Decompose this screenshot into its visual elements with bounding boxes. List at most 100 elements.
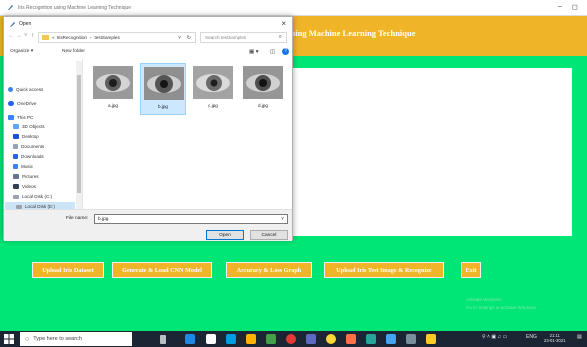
windows-start-icon[interactable] [4,334,14,344]
drive-icon [13,194,19,199]
address-bar[interactable]: « IrisRecognition › testSamples ˅ ↻ [38,32,196,43]
notification-icon[interactable]: ▤ [577,334,582,340]
nav-item-label: Documents [21,144,45,149]
search-input[interactable]: Search testSamples ⌕ [200,32,287,43]
breadcrumb-item[interactable]: IrisRecognition [57,35,87,40]
app-icon[interactable] [386,334,396,344]
breadcrumb-separator: « [52,35,55,40]
help-icon[interactable]: ? [282,48,289,55]
back-arrow-icon[interactable]: ← [8,33,14,39]
feather-icon [6,4,14,12]
up-arrow-icon[interactable]: ↑ [31,33,34,39]
nav-item-music[interactable]: Music [13,162,33,171]
download-icon [13,154,18,159]
tray-icons[interactable]: ⚲ ˄ ▣ ♫ ▭ [482,334,507,340]
nav-item-label: OneDrive [17,101,37,106]
address-row: ← → ˅ ↑ « IrisRecognition › testSamples … [4,32,292,44]
file-name-label: File name: [66,216,89,221]
clock-date: 23-01-2021 [544,338,566,343]
activate-windows-title: Activate Windows [466,297,502,302]
taskbar-search-placeholder: Type here to search [33,336,82,342]
app-icon[interactable] [286,334,296,344]
mic-icon[interactable] [160,335,166,344]
nav-item-label: Desktop [22,134,39,139]
nav-item-this-pc[interactable]: This PC [8,113,33,122]
file-name: c.jpg [208,103,218,108]
accuracy-graph-button[interactable]: Accuracy & Loss Graph [226,262,312,278]
edge-icon[interactable] [226,334,236,344]
file-name: a.jpg [108,103,118,108]
nav-item-3d-objects[interactable]: 3D Objects [13,122,45,131]
nav-item-documents[interactable]: Documents [13,142,44,151]
feather-icon [8,20,16,28]
drive-icon [16,204,22,209]
app-icon[interactable] [346,334,356,344]
recent-chevron-icon[interactable]: ˅ [24,33,28,39]
computer-icon [8,115,14,120]
store-icon[interactable] [266,334,276,344]
file-item[interactable]: d.jpg [240,63,286,115]
restore-button[interactable]: ◻ [572,3,578,11]
nav-item-onedrive[interactable]: OneDrive [8,99,36,108]
file-name-input[interactable]: b.jpg ˅ [94,214,288,224]
nav-item-local-disk-c[interactable]: Local Disk (C:) [13,192,52,201]
refresh-icon[interactable]: ↻ [187,35,191,41]
app-icon[interactable] [366,334,376,344]
python-icon[interactable] [426,334,436,344]
close-icon[interactable]: × [281,19,286,28]
file-open-dialog: Open × ← → ˅ ↑ « IrisRecognition › testS… [3,16,293,241]
page-title: sing Machine Learning Technique [292,28,416,38]
cancel-button[interactable]: Cancel [250,230,288,240]
nav-item-label: Pictures [22,174,39,179]
nav-scrollbar[interactable] [76,61,82,217]
eye-thumbnail [193,66,233,99]
taskbar-search-input[interactable]: ○ Type here to search [20,332,132,346]
app-icon[interactable] [306,334,316,344]
exit-button[interactable]: Exit [461,262,481,278]
language-indicator[interactable]: ENG [526,334,537,340]
nav-item-label: Videos [22,184,36,189]
preview-pane-icon[interactable]: ◫ [270,49,275,55]
chevron-down-icon[interactable]: ˅ [281,216,284,222]
navigation-pane: Quick access OneDrive This PC 3D Objects… [4,59,83,219]
nav-item-pictures[interactable]: Pictures [13,172,39,181]
picture-icon [13,174,19,179]
cloud-icon [8,101,14,106]
generate-cnn-button[interactable]: Generate & Load CNN Model [112,262,212,278]
nav-item-label: Quick access [16,87,44,92]
view-options-icon[interactable]: ▦ ▾ [249,49,259,55]
nav-item-videos[interactable]: Videos [13,182,36,191]
taskbar: ○ Type here to search ⚲ ˄ ▣ ♫ ▭ ENG 21:1… [0,331,587,347]
nav-item-desktop[interactable]: Desktop [13,132,39,141]
open-button[interactable]: Open [206,230,244,240]
file-item-selected[interactable]: b.jpg [140,63,186,115]
forward-arrow-icon[interactable]: → [16,33,22,39]
clock[interactable]: 21:11 23-01-2021 [544,333,565,343]
minimize-button[interactable]: – [558,3,562,10]
desktop-icon [13,134,19,139]
nav-item-downloads[interactable]: Downloads [13,152,44,161]
upload-test-image-button[interactable]: Upload Iris Test Image & Recognize [324,262,444,278]
app-icon[interactable] [406,334,416,344]
chrome-icon[interactable] [326,334,336,344]
upload-dataset-button[interactable]: Upload Iris Dataset [32,262,104,278]
chevron-down-icon[interactable]: ˅ [178,35,181,41]
app-title-bar: Iris Recognition using Machine Learning … [0,0,587,16]
folder-icon[interactable] [246,334,256,344]
file-list: a.jpg b.jpg c.jpg d.jpg [84,59,292,219]
file-item[interactable]: a.jpg [90,63,136,115]
organize-button[interactable]: Organize ▾ [10,49,33,54]
task-view-icon[interactable] [185,334,195,344]
eye-thumbnail [144,67,184,100]
document-icon[interactable] [206,334,216,344]
cube-icon [13,124,19,129]
breadcrumb-separator: › [89,35,92,40]
file-item[interactable]: c.jpg [190,63,236,115]
nav-item-quick-access[interactable]: Quick access [8,85,43,94]
breadcrumb-item[interactable]: testSamples [94,35,119,40]
app-title: Iris Recognition using Machine Learning … [18,4,132,11]
nav-item-label: 3D Objects [22,124,45,129]
scrollbar-thumb[interactable] [77,75,81,193]
new-folder-button[interactable]: New folder [62,49,85,54]
nav-item-label: Music [21,164,33,169]
